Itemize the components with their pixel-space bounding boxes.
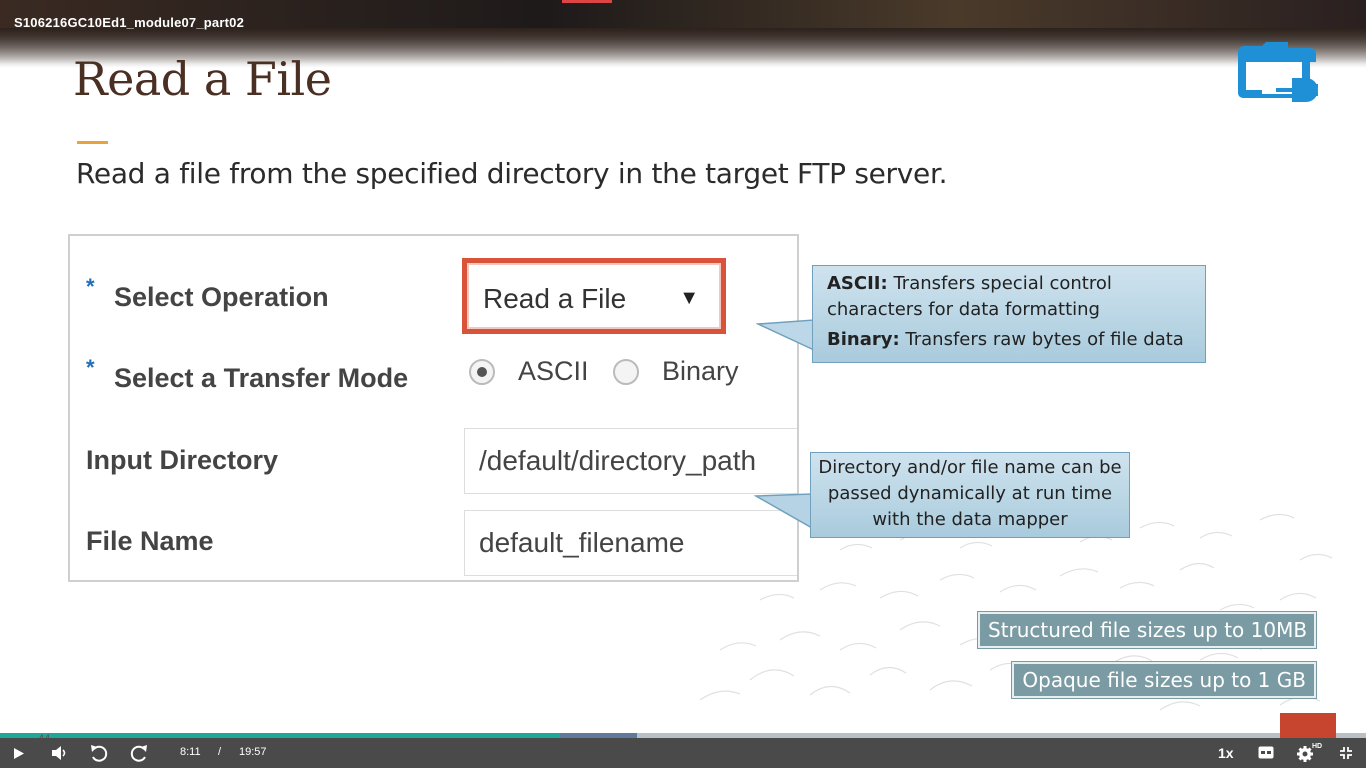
rewind-icon[interactable]: [89, 743, 109, 763]
time-separator: /: [218, 746, 222, 758]
player-controls: 8:11 / 19:57 1x HD: [0, 738, 1366, 768]
current-time: 8:11: [180, 746, 201, 758]
captions-icon[interactable]: [1258, 746, 1274, 759]
slide-title: Read a File: [73, 52, 332, 106]
playback-speed-button[interactable]: 1x: [1218, 745, 1234, 761]
opaque-size-badge: Opaque file sizes up to 1 GB: [1011, 661, 1317, 699]
forward-icon[interactable]: [129, 743, 149, 763]
operation-select[interactable]: Read a File ▼: [462, 258, 726, 334]
ascii-radio[interactable]: [469, 359, 495, 385]
callout-pointer: [754, 493, 813, 530]
operation-select-value: Read a File: [483, 283, 627, 314]
ascii-radio-label: ASCII: [518, 356, 589, 386]
transfer-mode-label: Select a Transfer Mode: [114, 363, 409, 393]
binary-term: Binary:: [827, 329, 900, 350]
hd-badge: HD: [1312, 743, 1323, 750]
folder-plug-icon: [1238, 42, 1318, 102]
header-accent-mark: [562, 0, 612, 3]
play-icon[interactable]: [13, 747, 25, 760]
select-operation-label: Select Operation: [114, 282, 329, 312]
callout-pointer: [756, 319, 815, 352]
file-name-label: File Name: [86, 526, 214, 556]
volume-icon[interactable]: [51, 745, 69, 761]
input-directory-value: /default/directory_path: [479, 445, 757, 476]
binary-radio-label: Binary: [662, 356, 739, 386]
input-directory-field[interactable]: /default/directory_path: [464, 428, 797, 494]
dropdown-arrow-icon: ▼: [679, 287, 699, 309]
video-title: S106216GC10Ed1_module07_part02: [14, 15, 245, 30]
input-directory-label: Input Directory: [86, 445, 279, 475]
slide-subtitle: Read a file from the specified directory…: [76, 157, 948, 190]
required-marker: *: [86, 274, 95, 299]
file-name-value: default_filename: [479, 527, 685, 558]
exit-fullscreen-icon[interactable]: [1339, 746, 1353, 760]
ftp-form-panel: * Select Operation Read a File ▼ * Selec…: [68, 234, 799, 582]
ascii-term: ASCII:: [827, 273, 888, 294]
duration: 19:57: [239, 746, 267, 758]
dynamic-mapping-callout: Directory and/or file name can be passed…: [810, 452, 1130, 538]
binary-radio[interactable]: [613, 359, 639, 385]
required-marker: *: [86, 355, 95, 380]
file-name-field[interactable]: default_filename: [464, 510, 797, 576]
transfer-mode-callout: ASCII: Transfers special control charact…: [812, 265, 1206, 363]
structured-size-badge: Structured file sizes up to 10MB: [977, 611, 1317, 649]
title-accent-line: [77, 141, 108, 144]
binary-description: Transfers raw bytes of file data: [905, 329, 1184, 350]
